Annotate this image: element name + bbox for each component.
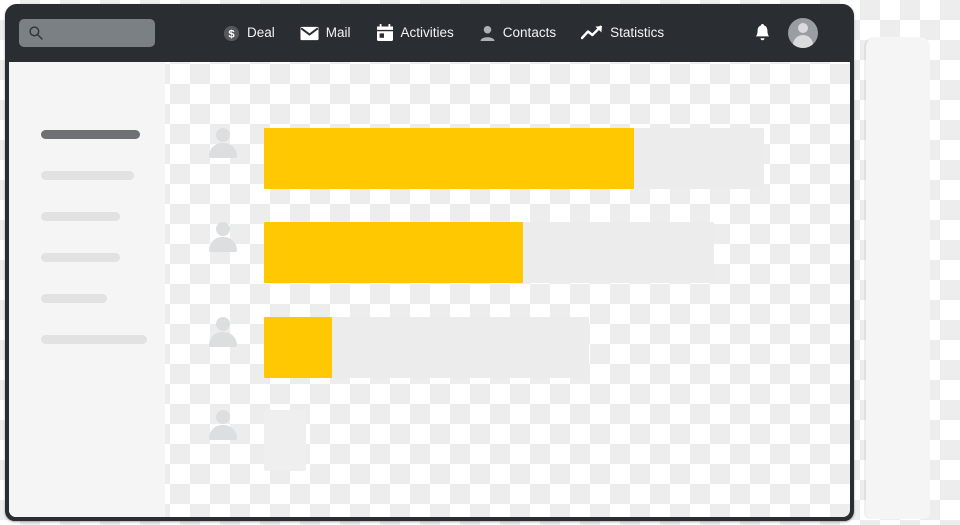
window-body [9, 62, 850, 517]
search-icon [28, 25, 44, 41]
nav-item-mail[interactable]: Mail [300, 26, 351, 41]
bar-value-0[interactable] [264, 128, 634, 189]
row-avatar-icon-3 [209, 410, 237, 440]
sidebar-item-3[interactable] [41, 253, 120, 262]
row-avatar-icon-0 [209, 128, 237, 158]
row-avatar-icon-2 [209, 317, 237, 347]
top-navbar: $ Deal Mail Activities Contacts Statisti… [5, 4, 854, 62]
nav-items: $ Deal Mail Activities Contacts Statisti… [223, 24, 664, 42]
nav-item-statistics-label: Statistics [610, 25, 665, 41]
sidebar-item-5[interactable] [41, 335, 147, 344]
nav-item-activities-label: Activities [400, 25, 454, 41]
page-backdrop: $ Deal Mail Activities Contacts Statisti… [0, 0, 960, 525]
avatar[interactable] [788, 18, 818, 48]
envelope-icon [300, 26, 319, 41]
trending-up-icon [581, 25, 603, 41]
sidebar-item-1[interactable] [41, 171, 134, 180]
navbar-right-cluster [754, 18, 836, 48]
calendar-icon [376, 24, 394, 42]
sidebar-item-0[interactable] [41, 130, 140, 139]
nav-item-activities[interactable]: Activities [376, 24, 454, 42]
window-bottom-rim [9, 517, 850, 521]
bar-value-1[interactable] [264, 222, 523, 283]
nav-item-statistics[interactable]: Statistics [581, 25, 664, 41]
bell-icon[interactable] [754, 23, 771, 43]
sidebar [9, 62, 165, 517]
bar-value-2[interactable] [264, 317, 332, 378]
bar-track-3 [264, 410, 306, 471]
application-window: $ Deal Mail Activities Contacts Statisti… [5, 4, 854, 521]
sidebar-item-4[interactable] [41, 294, 107, 303]
search-input[interactable] [19, 19, 155, 47]
nav-item-deal-label: Deal [247, 25, 275, 41]
nav-item-contacts-label: Contacts [502, 25, 557, 41]
nav-item-deal[interactable]: $ Deal [223, 25, 275, 42]
sidebar-item-2[interactable] [41, 212, 120, 221]
nav-item-mail-label: Mail [325, 25, 351, 41]
row-avatar-icon-1 [209, 222, 237, 252]
nav-item-contacts[interactable]: Contacts [479, 25, 556, 42]
dollar-circle-icon: $ [223, 25, 240, 42]
svg-text:$: $ [228, 28, 235, 40]
background-window-panel[interactable] [866, 37, 930, 519]
person-icon [479, 25, 496, 42]
